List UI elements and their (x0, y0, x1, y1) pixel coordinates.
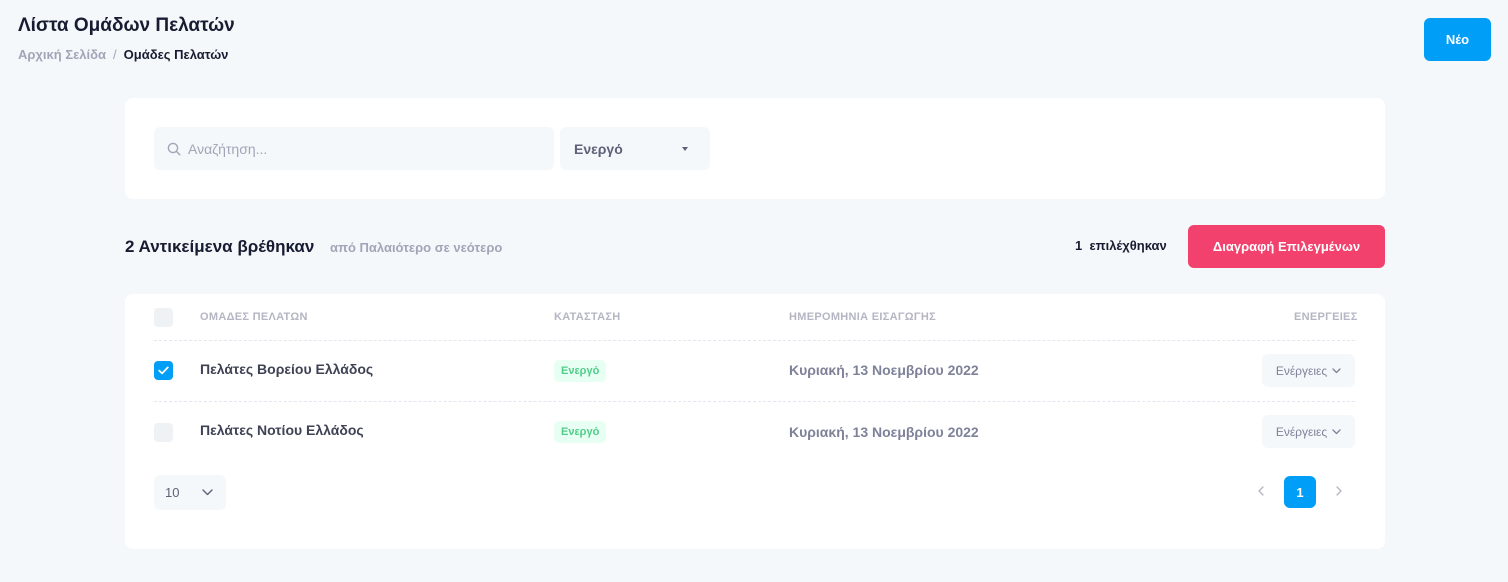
column-header-date[interactable]: ΗΜΕΡΟΜΗΝΙΑ ΕΙΣΑΓΩΓΗΣ (789, 311, 936, 323)
column-header-customer-groups[interactable]: ΟΜΑΔΕΣ ΠΕΛΑΤΩΝ (200, 311, 308, 323)
pagination-next-button[interactable] (1329, 481, 1349, 501)
page-size-select[interactable]: 10 (154, 475, 226, 510)
customer-group-name[interactable]: Πελάτες Νοτίου Ελλάδος (200, 422, 364, 438)
select-all-checkbox[interactable] (154, 308, 173, 327)
row-divider (154, 401, 1355, 402)
results-sort-text: από Παλαιότερο σε νεότερο (330, 240, 503, 255)
status-badge: Ενεργό (554, 421, 607, 443)
status-select[interactable]: Ενεργό (560, 127, 710, 170)
pagination-page-current[interactable]: 1 (1284, 476, 1316, 508)
filter-card: Ενεργό (125, 98, 1385, 199)
customer-group-name[interactable]: Πελάτες Βορείου Ελλάδος (200, 361, 373, 377)
created-date: Κυριακή, 13 Νοεμβρίου 2022 (789, 424, 979, 440)
breadcrumb-separator: / (113, 47, 117, 62)
created-date: Κυριακή, 13 Νοεμβρίου 2022 (789, 362, 979, 378)
chevron-down-icon (1332, 367, 1341, 373)
check-icon (158, 366, 169, 375)
pagination-prev-button[interactable] (1251, 481, 1271, 501)
row-checkbox[interactable] (154, 361, 173, 380)
breadcrumb: Αρχική Σελίδα / Ομάδες Πελατών (18, 47, 228, 62)
page-title: Λίστα Ομάδων Πελατών (18, 15, 235, 36)
delete-selected-button[interactable]: Διαγραφή Επιλεγμένων (1188, 225, 1385, 268)
actions-button-label: Ενέργειες (1275, 424, 1328, 439)
table-card: ΟΜΑΔΕΣ ΠΕΛΑΤΩΝ ΚΑΤΑΣΤΑΣΗ ΗΜΕΡΟΜΗΝΙΑ ΕΙΣΑ… (125, 294, 1385, 549)
search-box[interactable] (154, 127, 554, 170)
actions-button[interactable]: Ενέργειες (1262, 415, 1355, 448)
breadcrumb-current: Ομάδες Πελατών (123, 47, 229, 62)
chevron-down-icon (1332, 428, 1341, 434)
actions-button[interactable]: Ενέργειες (1262, 354, 1355, 387)
chevron-right-icon (1336, 486, 1342, 496)
status-select-value: Ενεργό (574, 140, 623, 157)
search-input[interactable] (188, 140, 538, 157)
breadcrumb-home[interactable]: Αρχική Σελίδα (18, 47, 106, 62)
results-count: 2 Αντικείμενα βρέθηκαν (125, 237, 315, 256)
selected-count: 1 επιλέχθηκαν (1075, 238, 1167, 253)
new-button[interactable]: Νέο (1424, 18, 1491, 61)
search-icon (167, 142, 181, 156)
status-badge: Ενεργό (554, 360, 607, 382)
actions-button-label: Ενέργειες (1275, 363, 1328, 378)
chevron-left-icon (1258, 486, 1264, 496)
column-header-actions: ΕΝΕΡΓΕΙΕΣ (1294, 311, 1358, 323)
caret-down-icon (682, 146, 688, 151)
chevron-down-icon (202, 489, 213, 496)
column-header-status[interactable]: ΚΑΤΑΣΤΑΣΗ (554, 311, 621, 323)
row-checkbox[interactable] (154, 423, 173, 442)
page-size-value: 10 (165, 485, 180, 500)
row-divider (154, 340, 1355, 341)
